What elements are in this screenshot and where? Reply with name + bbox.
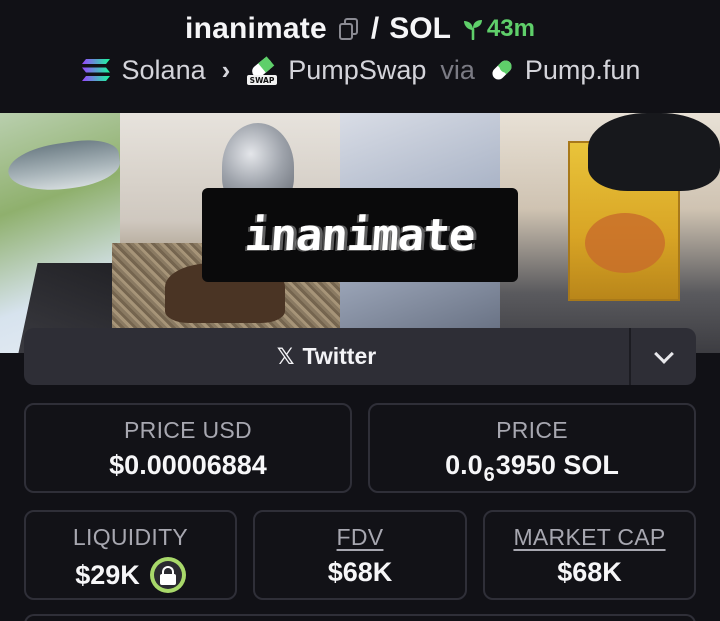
twitter-button[interactable]: 𝕏 Twitter xyxy=(24,328,629,385)
price-usd-card: PRICE USD $0.00006884 xyxy=(24,403,352,493)
via-text: via xyxy=(440,54,475,85)
chain-link[interactable]: Solana xyxy=(80,55,206,86)
x-logo-icon: 𝕏 xyxy=(276,343,295,369)
chain-name: Solana xyxy=(121,54,206,85)
solana-icon xyxy=(81,59,110,81)
pair-age-value: 43m xyxy=(486,15,535,42)
market-cap-value: $68K xyxy=(557,557,622,587)
fdv-card: FDV $68K xyxy=(253,510,467,600)
banner-cereal-art xyxy=(585,213,665,273)
price-usd-value: $0.00006884 xyxy=(109,450,267,480)
copy-icon[interactable] xyxy=(338,18,359,40)
banner-cap xyxy=(588,113,720,191)
breadcrumb: Solana › SWAP PumpSwap via Pump.fun xyxy=(0,54,720,86)
pumpswap-icon: SWAP xyxy=(247,56,278,85)
lock-icon[interactable] xyxy=(149,557,186,593)
price-usd-label: PRICE USD xyxy=(124,417,252,443)
pair-title-row: inanimate / SOL 43m xyxy=(0,12,720,46)
svg-text:SWAP: SWAP xyxy=(250,76,275,85)
quote-symbol: SOL xyxy=(389,12,451,45)
liquidity-label: LIQUIDITY xyxy=(72,524,189,550)
socials-bar: 𝕏 Twitter xyxy=(24,328,696,385)
price-native-value: 0.0 6 3950 SOL xyxy=(445,450,619,486)
liquidity-value-row: $29K xyxy=(75,557,186,593)
market-cap-card: MARKET CAP $68K xyxy=(483,510,696,600)
token-logo-box: inanimate xyxy=(202,188,518,282)
pair-age: 43m xyxy=(463,15,535,43)
pair-separator: / xyxy=(370,12,380,45)
price-native-suffix: 3950 SOL xyxy=(495,450,619,480)
launchpad-link[interactable]: Pump.fun xyxy=(489,54,641,86)
twitter-label: Twitter xyxy=(302,343,377,369)
chevron-down-icon xyxy=(653,343,674,364)
token-logo-text: inanimate xyxy=(243,209,477,261)
launchpad-name: Pump.fun xyxy=(524,54,641,85)
price-native-label: PRICE xyxy=(496,417,568,443)
dex-link[interactable]: SWAP PumpSwap xyxy=(246,54,426,86)
next-stats-row-edge xyxy=(24,614,696,621)
chevron-right-icon: › xyxy=(221,54,231,85)
dex-name: PumpSwap xyxy=(288,54,427,85)
liquidity-value: $29K xyxy=(75,559,140,590)
pair-header: inanimate / SOL 43m Solana › SWAP PumpSw… xyxy=(0,0,720,113)
sprout-icon xyxy=(463,20,482,40)
fdv-value: $68K xyxy=(327,557,393,587)
pill-icon xyxy=(492,60,512,80)
price-native-card: PRICE 0.0 6 3950 SOL xyxy=(368,403,696,493)
socials-dropdown-button[interactable] xyxy=(629,328,696,385)
price-native-prefix: 0.0 xyxy=(445,450,483,480)
fdv-label[interactable]: FDV xyxy=(337,524,384,551)
price-native-zero-count: 6 xyxy=(483,464,495,486)
liquidity-card: LIQUIDITY $29K xyxy=(24,510,237,600)
token-banner-image: inanimate xyxy=(0,113,720,353)
market-cap-label[interactable]: MARKET CAP xyxy=(513,524,665,551)
token-name: inanimate xyxy=(185,12,327,45)
